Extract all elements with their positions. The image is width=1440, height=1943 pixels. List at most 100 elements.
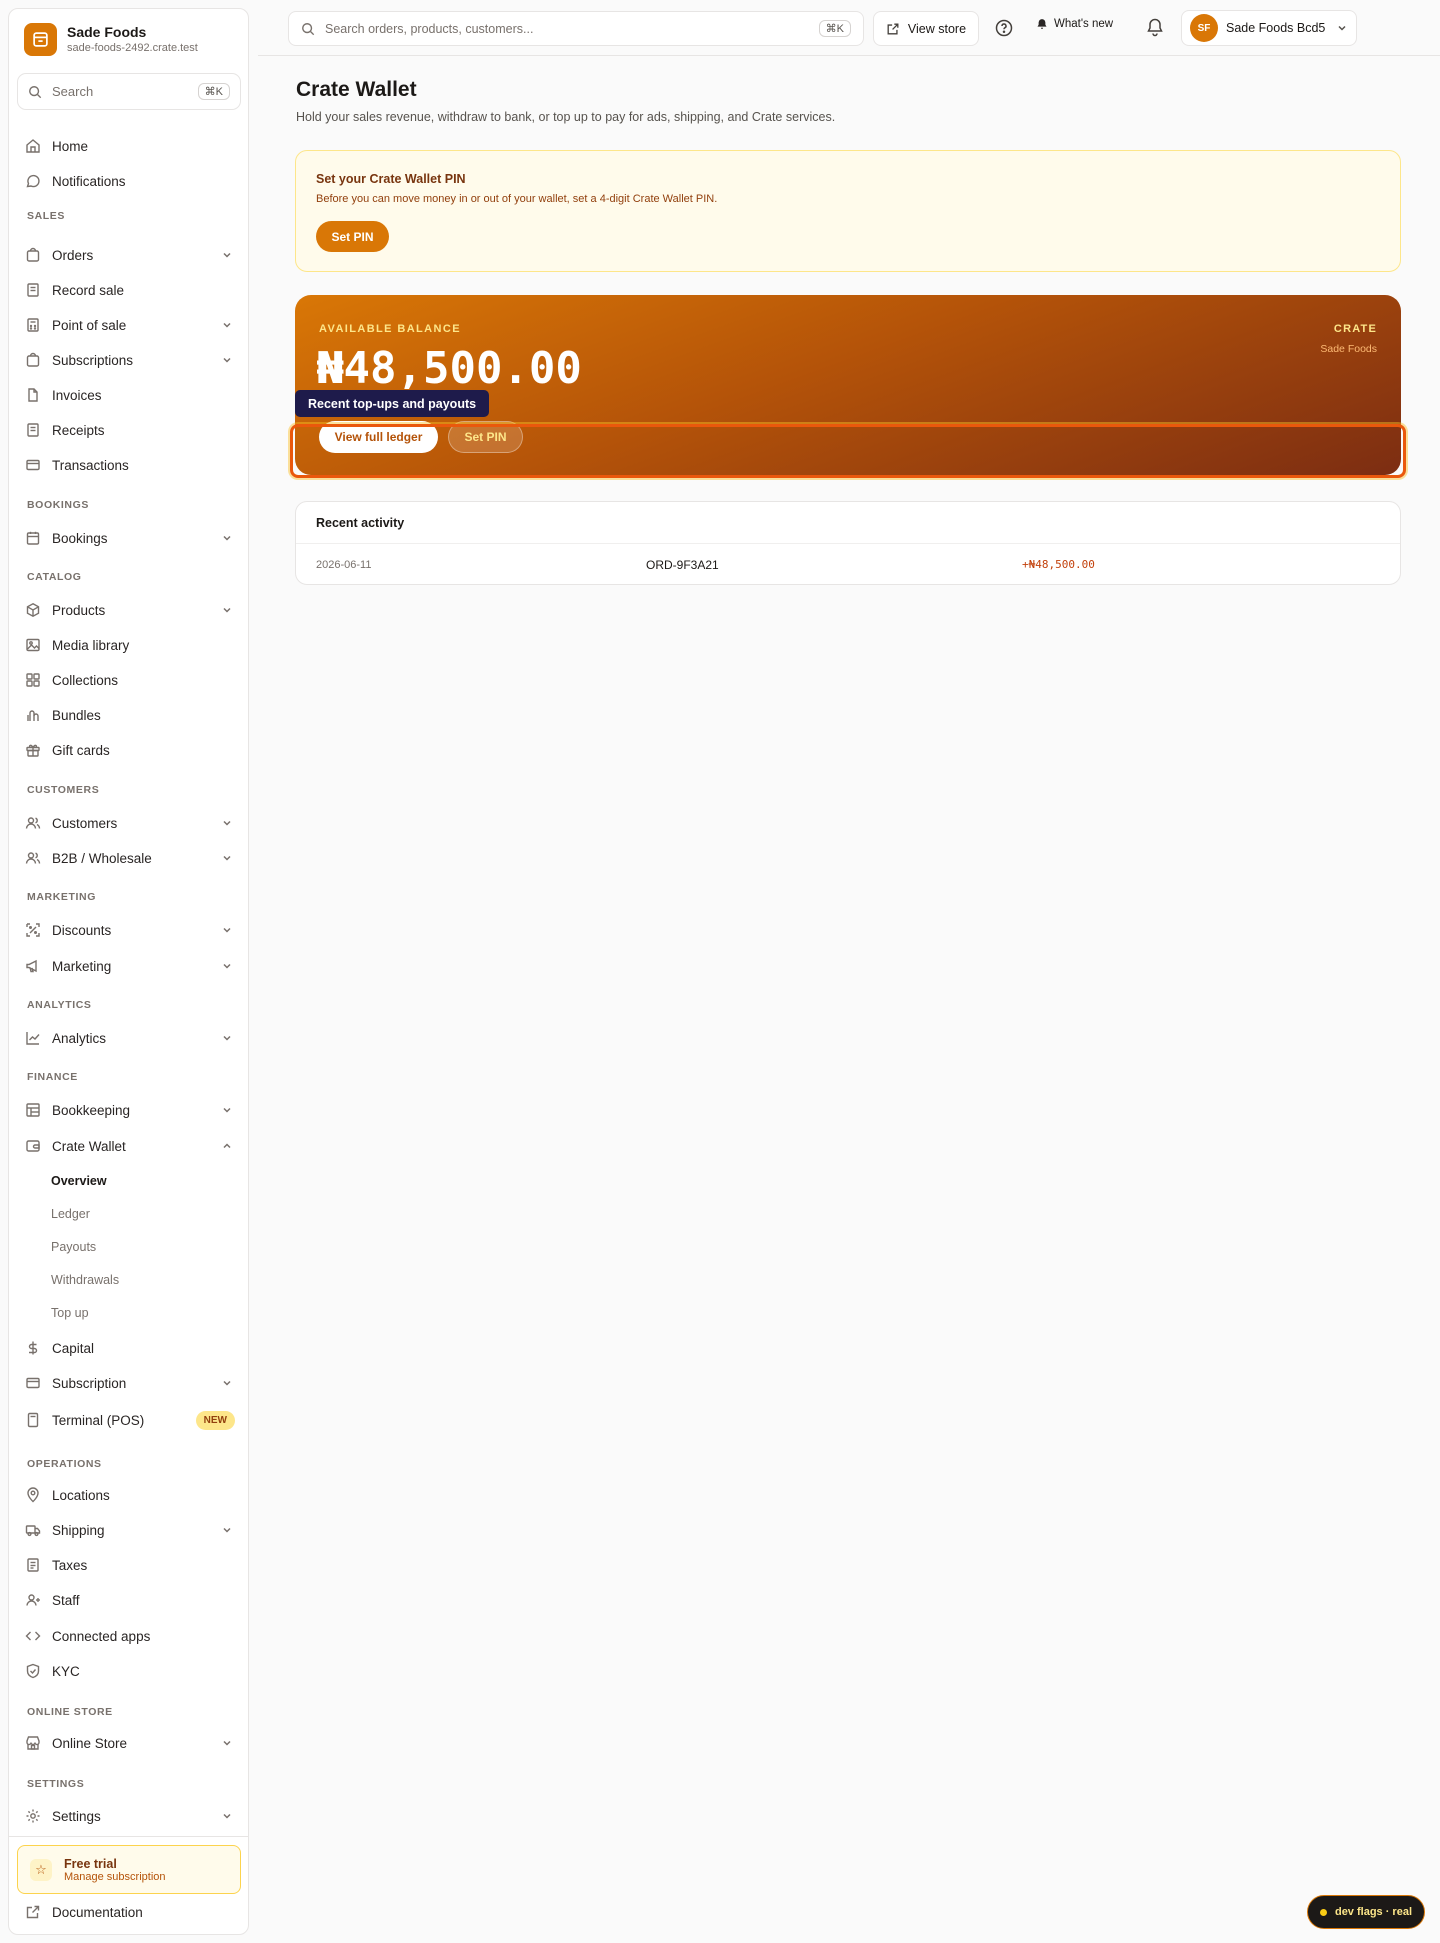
sidebar-item-label: Terminal (POS) — [52, 1412, 145, 1428]
account-name: Sade Foods Bcd5 — [1226, 21, 1326, 35]
receipt-icon — [25, 282, 41, 298]
sidebar-item-orders[interactable]: Orders — [25, 241, 237, 269]
sidebar-item-settings[interactable]: Settings — [25, 1802, 237, 1830]
sidebar-item-label: Shipping — [52, 1522, 105, 1538]
manage-subscription-link[interactable]: Manage subscription — [64, 1871, 166, 1883]
card-brand-name: CRATE — [1333, 323, 1377, 335]
sidebar-item-record-sale[interactable]: Record sale — [25, 276, 237, 304]
activity-amount: +₦48,500.00 — [1022, 558, 1095, 571]
sidebar-item-customers[interactable]: Customers — [25, 809, 237, 837]
sidebar-item-label: Record sale — [52, 282, 125, 298]
sidebar-item-shipping[interactable]: Shipping — [25, 1516, 237, 1544]
sidebar-item-home[interactable]: Home — [25, 132, 237, 160]
section-online-store: ONLINE STORE — [27, 1706, 113, 1718]
sidebar-item-locations[interactable]: Locations — [25, 1481, 237, 1509]
sidebar-subitem-top-up[interactable]: Top up — [51, 1306, 89, 1320]
external-link-icon — [25, 1904, 41, 1920]
terminal-device-icon — [25, 1412, 41, 1428]
sidebar-item-label: Subscriptions — [52, 352, 134, 368]
sidebar-item-label: Collections — [52, 672, 119, 688]
sidebar-item-kyc[interactable]: KYC — [25, 1657, 237, 1685]
chevron-up-icon — [223, 1143, 231, 1149]
sidebar-item-gift-cards[interactable]: Gift cards — [25, 736, 237, 764]
sidebar-item-label: Invoices — [52, 387, 102, 403]
global-search-input[interactable]: Search orders, products, customers... ⌘K — [288, 11, 864, 46]
sidebar-search[interactable]: Search ⌘K — [17, 73, 241, 110]
sidebar-item-receipts[interactable]: Receipts — [25, 416, 237, 444]
notifications-bell-icon[interactable] — [1145, 17, 1165, 37]
help-icon[interactable] — [994, 18, 1014, 38]
store-name: Sade Foods — [67, 24, 147, 40]
sidebar-subitem-overview[interactable]: Overview — [51, 1174, 107, 1188]
document-icon — [25, 387, 41, 403]
dev-flags-pill[interactable]: dev flags · real — [1307, 1895, 1425, 1929]
activity-reference: ORD-9F3A21 — [646, 558, 719, 572]
dev-flags-label: dev flags · real — [1334, 1906, 1413, 1918]
sidebar-item-label: Settings — [52, 1808, 101, 1824]
page-title: Crate Wallet — [296, 78, 417, 101]
line-chart-icon — [25, 1030, 41, 1046]
sidebar-item-bundles[interactable]: Bundles — [25, 701, 237, 729]
chevron-down-icon — [223, 535, 231, 541]
section-customers: CUSTOMERS — [27, 784, 100, 796]
credit-card-icon — [25, 457, 41, 473]
view-store-button[interactable]: View store — [873, 11, 979, 46]
sidebar-item-bookkeeping[interactable]: Bookkeeping — [25, 1096, 237, 1124]
sidebar-item-products[interactable]: Products — [25, 596, 237, 624]
sidebar-item-documentation[interactable]: Documentation — [25, 1898, 237, 1926]
recent-activity-title: Recent activity — [316, 516, 405, 530]
account-menu[interactable]: SF Sade Foods Bcd5 — [1181, 10, 1357, 46]
whats-new-button[interactable]: What's new — [1036, 18, 1113, 30]
sidebar-item-discounts[interactable]: Discounts — [25, 916, 237, 944]
balance-label: AVAILABLE BALANCE — [319, 323, 461, 335]
chevron-down-icon — [223, 1527, 231, 1533]
truck-icon — [25, 1522, 41, 1538]
sidebar-item-subscription[interactable]: Subscription — [25, 1369, 237, 1397]
image-icon — [25, 637, 41, 653]
calendar-icon — [25, 530, 41, 546]
sidebar-item-transactions[interactable]: Transactions — [25, 451, 237, 479]
sidebar-item-capital[interactable]: Capital — [25, 1334, 237, 1362]
sidebar-item-marketing[interactable]: Marketing — [25, 952, 237, 980]
sidebar-search-placeholder: Search — [52, 84, 94, 99]
sidebar-subitem-payouts[interactable]: Payouts — [51, 1240, 96, 1254]
sidebar-item-crate-wallet[interactable]: Crate Wallet — [25, 1132, 237, 1160]
chevron-down-icon — [223, 607, 231, 613]
sidebar-item-analytics[interactable]: Analytics — [25, 1024, 237, 1052]
external-link-icon — [887, 23, 899, 34]
sidebar-item-label: Gift cards — [52, 742, 110, 758]
sidebar-item-media-library[interactable]: Media library — [25, 631, 237, 659]
sidebar-item-point-of-sale[interactable]: Point of sale — [25, 311, 237, 339]
sidebar-item-staff[interactable]: Staff — [25, 1586, 237, 1614]
grid-icon — [25, 672, 41, 688]
sidebar-item-label: Orders — [52, 247, 94, 263]
chevron-down-icon — [223, 1107, 231, 1113]
sidebar-item-b2b-wholesale[interactable]: B2B / Wholesale — [25, 844, 237, 872]
receipt-icon — [25, 422, 41, 438]
sidebar-item-bookings[interactable]: Bookings — [25, 524, 237, 552]
trial-title: Free trial — [64, 1856, 117, 1871]
sidebar-subitem-withdrawals[interactable]: Withdrawals — [51, 1273, 119, 1287]
star-icon: ☆ — [30, 1858, 52, 1881]
sidebar-item-label: Bookkeeping — [52, 1102, 131, 1118]
sidebar-item-label: Marketing — [52, 958, 112, 974]
sidebar-item-invoices[interactable]: Invoices — [25, 381, 237, 409]
wallet-icon — [25, 1138, 41, 1154]
sidebar-subitem-ledger[interactable]: Ledger — [51, 1207, 90, 1221]
free-trial-card[interactable]: ☆ Free trial Manage subscription — [17, 1845, 241, 1894]
sidebar-item-collections[interactable]: Collections — [25, 666, 237, 694]
set-pin-button[interactable]: Set PIN — [316, 221, 389, 252]
brand[interactable]: Sade Foods sade-foods-2492.crate.test — [24, 23, 198, 56]
sidebar-item-taxes[interactable]: Taxes — [25, 1551, 237, 1579]
sidebar-item-label: Point of sale — [52, 317, 127, 333]
discount-icon — [25, 922, 41, 938]
sidebar-item-subscriptions[interactable]: Subscriptions — [25, 346, 237, 374]
sidebar-item-label: Products — [52, 602, 106, 618]
focus-highlight — [290, 424, 1406, 478]
section-finance: FINANCE — [27, 1071, 78, 1083]
sidebar-item-connected-apps[interactable]: Connected apps — [25, 1622, 237, 1650]
store-logo-icon — [24, 23, 57, 56]
sidebar-item-terminal[interactable]: Terminal (POS) NEW — [25, 1406, 237, 1434]
sidebar-item-notifications[interactable]: Notifications — [25, 167, 237, 195]
sidebar-item-online-store[interactable]: Online Store — [25, 1729, 237, 1757]
